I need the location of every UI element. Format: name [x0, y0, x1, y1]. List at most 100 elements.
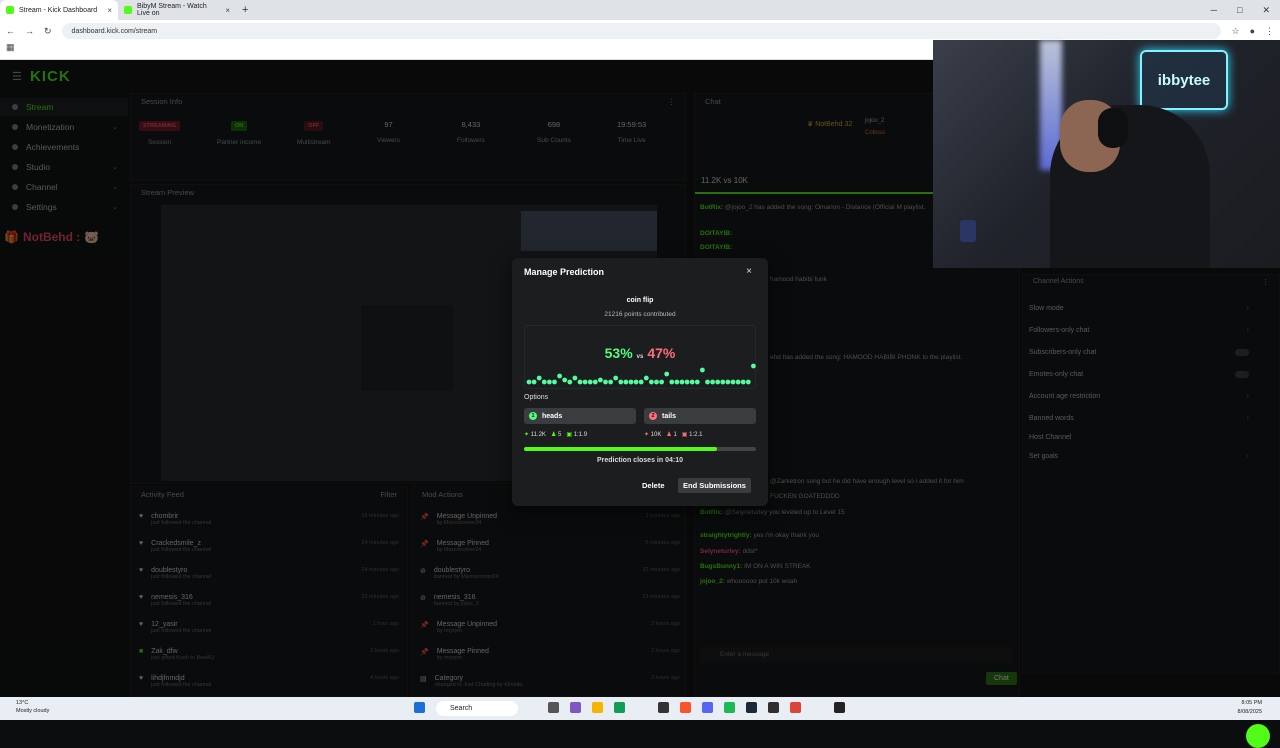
- close-icon[interactable]: ×: [746, 266, 752, 277]
- forward-icon[interactable]: →: [25, 26, 34, 36]
- option-tails[interactable]: 2 tails: [644, 408, 756, 424]
- leaderboard-value: 32: [844, 121, 853, 128]
- pin-icon: 📌: [420, 649, 429, 656]
- profile-avatar[interactable]: ●: [1250, 26, 1255, 36]
- edge-icon[interactable]: [614, 702, 625, 713]
- neon-sign: ibbytee: [1140, 50, 1228, 110]
- browser-menu-icon[interactable]: ⋮: [1265, 26, 1274, 37]
- ban-icon: ⊘: [420, 568, 426, 575]
- chat-user[interactable]: BotRix:: [700, 204, 723, 211]
- new-tab-icon[interactable]: +: [236, 4, 254, 16]
- prediction-dot: [587, 379, 593, 385]
- app-icon[interactable]: [658, 702, 669, 713]
- heart-icon: ♥: [139, 540, 144, 547]
- panel-title: Session Info: [141, 97, 183, 106]
- cup: [960, 220, 976, 242]
- chat-user[interactable]: BotRix:: [700, 509, 723, 516]
- points-contributed: 21216 points contributed: [604, 311, 676, 318]
- chat-send-button[interactable]: Chat: [986, 672, 1017, 685]
- obs-icon[interactable]: [768, 702, 779, 713]
- prediction-summary[interactable]: 11.2K vs 10K: [701, 176, 748, 185]
- end-submissions-button[interactable]: End Submissions: [678, 478, 751, 493]
- weather-widget[interactable]: 13°C Mostly cloudy: [16, 699, 49, 715]
- brave-icon[interactable]: [680, 702, 691, 713]
- action-banned-words[interactable]: Banned words ›: [1029, 415, 1249, 422]
- reload-icon[interactable]: ↻: [44, 26, 52, 37]
- channel-icon: [12, 184, 18, 190]
- feed-time: 4 hours ago: [369, 675, 399, 681]
- sidebar-item-achievements[interactable]: Achievements: [0, 138, 128, 156]
- chat-user[interactable]: straightytrightly:: [700, 532, 752, 539]
- action-set-goals[interactable]: Set goals ›: [1029, 453, 1249, 460]
- toggle-switch[interactable]: [1235, 371, 1249, 378]
- browser-tab-active[interactable]: Stream - Kick Dashboard ×: [0, 0, 118, 20]
- chat-user[interactable]: jojoo_2:: [700, 578, 725, 585]
- task-view-icon[interactable]: [548, 702, 559, 713]
- points-icon: ✦: [644, 432, 650, 438]
- feed-user[interactable]: nemesis_316: [151, 594, 211, 601]
- close-tab-icon[interactable]: ×: [225, 6, 230, 15]
- mod-action[interactable]: nemesis_316: [434, 594, 479, 601]
- action-emotes-only[interactable]: Emotes-only chat: [1029, 371, 1249, 378]
- chat-message: FUCKEN GOATEDDDD: [770, 493, 840, 500]
- feed-user[interactable]: 12_yasir: [151, 621, 211, 628]
- chat-input[interactable]: Enter a message: [700, 647, 1012, 663]
- spotify-icon[interactable]: [724, 702, 735, 713]
- sidebar-item-studio[interactable]: Studio ⌄: [0, 158, 128, 176]
- more-icon[interactable]: ⋮: [1262, 278, 1269, 286]
- steam-icon[interactable]: [746, 702, 757, 713]
- chrome-icon[interactable]: [790, 702, 801, 713]
- users-icon: ♟: [666, 432, 672, 438]
- minimize-icon[interactable]: ─: [1211, 5, 1217, 16]
- chat-user[interactable]: DOITAYIB:: [700, 244, 732, 251]
- mod-action[interactable]: doublestyro: [434, 567, 499, 574]
- action-subscribers-only[interactable]: Subscribers-only chat: [1029, 349, 1249, 356]
- taskbar-search[interactable]: Search: [436, 701, 518, 716]
- prediction-dot: [659, 379, 664, 385]
- discord-icon[interactable]: [702, 702, 713, 713]
- toggle-switch[interactable]: [1235, 349, 1249, 356]
- sidebar-item-settings[interactable]: Settings ⌄: [0, 198, 128, 216]
- prediction-dot: [572, 375, 578, 381]
- filter-button[interactable]: Filter: [380, 490, 397, 499]
- feed-user[interactable]: Zak_dfw: [151, 648, 214, 655]
- browser-tab[interactable]: BibyM Stream - Watch Live on ×: [118, 0, 236, 20]
- delete-button[interactable]: Delete: [637, 478, 670, 493]
- sidebar-item-channel[interactable]: Channel ⌄: [0, 178, 128, 196]
- stat-value: 97: [384, 120, 393, 129]
- feed-user[interactable]: lihdjfnmdjd: [151, 675, 211, 682]
- apps-grid-icon[interactable]: ▦: [6, 42, 15, 52]
- chat-user[interactable]: Selyneturley:: [700, 548, 741, 555]
- back-icon[interactable]: ←: [6, 26, 15, 36]
- hamburger-menu-icon[interactable]: ☰: [12, 70, 22, 83]
- option-heads[interactable]: 1 heads: [524, 408, 636, 424]
- status-badge: OFF: [304, 121, 324, 131]
- kick-logo[interactable]: KICK: [30, 68, 71, 85]
- leaderboard-user: jojoo_2: [865, 118, 885, 124]
- more-icon[interactable]: ⋮: [668, 97, 676, 106]
- pin-icon: 📌: [420, 622, 429, 629]
- system-clock[interactable]: 8:05 PM 8/08/2025: [1238, 699, 1262, 717]
- sidebar-item-monetization[interactable]: Monetization ⌄: [0, 118, 128, 136]
- feed-user[interactable]: chombrir: [151, 513, 211, 520]
- feed-user[interactable]: doublestyro: [151, 567, 211, 574]
- maximize-icon[interactable]: □: [1237, 5, 1242, 16]
- action-account-age[interactable]: Account age restriction ›: [1029, 393, 1249, 400]
- sidebar-item-stream[interactable]: Stream: [0, 98, 128, 116]
- close-window-icon[interactable]: ✕: [1262, 5, 1270, 16]
- action-slow-mode[interactable]: Slow mode ›: [1029, 305, 1249, 312]
- file-explorer-icon[interactable]: [592, 702, 603, 713]
- bookmark-star-icon[interactable]: ☆: [1231, 26, 1239, 37]
- chat-user[interactable]: DOITAYIB:: [700, 230, 732, 237]
- ratio-icon: ▣: [566, 432, 573, 438]
- close-tab-icon[interactable]: ×: [107, 6, 112, 15]
- app-icon[interactable]: [834, 702, 845, 713]
- windows-start-icon[interactable]: [414, 702, 425, 713]
- action-followers-only[interactable]: Followers-only chat ›: [1029, 327, 1249, 334]
- address-bar[interactable]: dashboard.kick.com/stream: [61, 23, 1222, 39]
- feed-user[interactable]: Crackedsmile_z: [151, 540, 211, 547]
- chat-user[interactable]: BugsBunny1:: [700, 563, 742, 570]
- action-host-channel[interactable]: Host Channel: [1029, 434, 1249, 441]
- help-chat-button[interactable]: [1246, 724, 1270, 748]
- app-icon[interactable]: [570, 702, 581, 713]
